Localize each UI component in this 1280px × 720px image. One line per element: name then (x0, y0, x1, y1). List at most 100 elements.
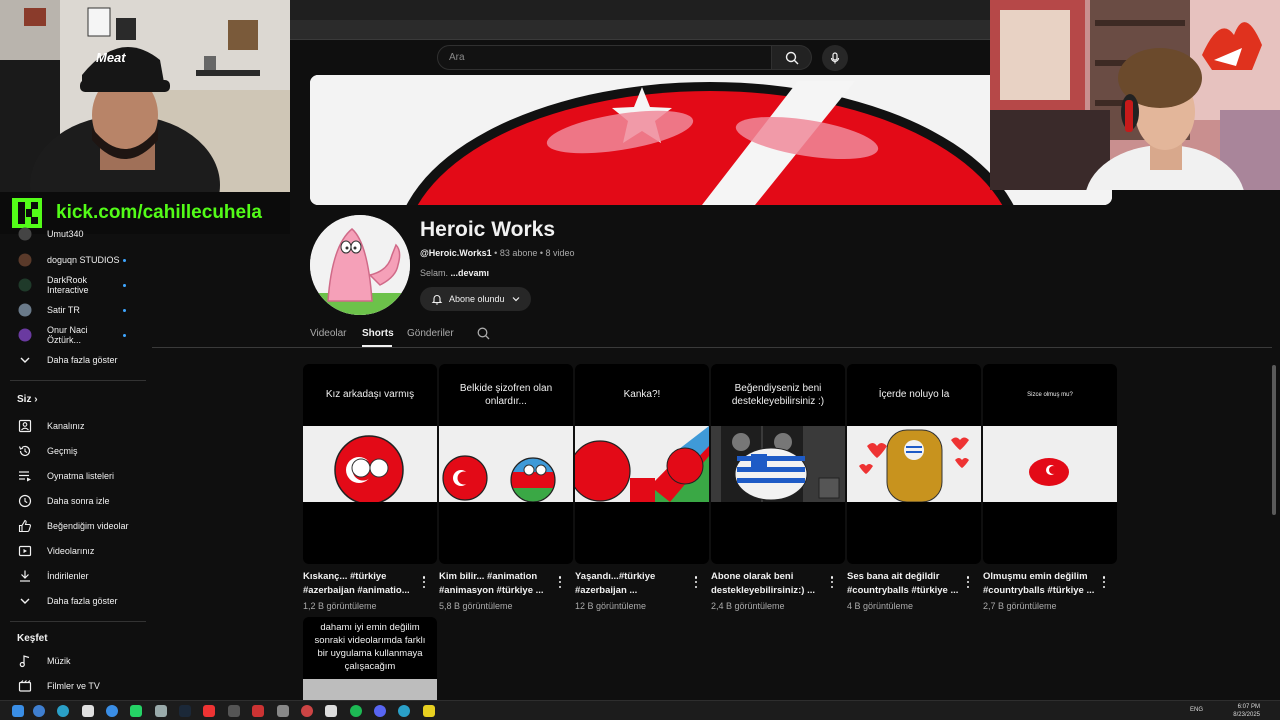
app-icon[interactable] (203, 705, 215, 717)
spotify-icon[interactable] (350, 705, 362, 717)
sidebar-item-muzik[interactable]: Müzik (0, 649, 150, 673)
short-caption: Belkide şizofren olan onlardır... (459, 382, 553, 408)
app-icon[interactable] (423, 705, 435, 717)
sidebar-item-gecmis[interactable]: Geçmiş (0, 439, 150, 463)
telegram-icon[interactable] (106, 705, 118, 717)
sidebar-show-more-subs[interactable]: Daha fazla göster (0, 348, 150, 372)
sidebar-sub-4[interactable]: Satir TR (0, 298, 150, 322)
search-input[interactable]: Ara (437, 45, 772, 70)
voice-search-button[interactable] (822, 45, 848, 71)
channel-description[interactable]: Selam. ...devamı (420, 268, 489, 278)
sidebar-item-kanaliniz[interactable]: Kanalınız (0, 414, 150, 438)
channel-search-icon[interactable] (477, 327, 490, 345)
more-options-icon[interactable] (556, 576, 564, 588)
chevron-right-icon: › (34, 394, 38, 405)
sidebar-item-videolariniz[interactable]: Videolarınız (0, 539, 150, 563)
history-icon (18, 444, 32, 458)
sidebar-sub-3[interactable]: DarkRook Interactive (0, 273, 150, 297)
more-options-icon[interactable] (420, 576, 428, 588)
sidebar-item-label: Videolarınız (47, 546, 95, 556)
new-content-dot (123, 333, 126, 337)
short-card-5[interactable]: İçerde noluyo la (847, 364, 981, 564)
app-icon[interactable] (301, 705, 313, 717)
clock-icon (18, 494, 32, 508)
channel-avatar-icon (18, 227, 32, 241)
short-card-2[interactable]: Belkide şizofren olan onlardır... (439, 364, 573, 564)
sidebar-divider (10, 621, 146, 622)
short-title[interactable]: Kıskanç... #türkiye #azerbaijan #animati… (303, 570, 423, 598)
sidebar-item-begendigim-videolar[interactable]: Beğendiğim videolar (0, 514, 150, 538)
short-caption: Sizce olmuş mu? (1027, 391, 1073, 398)
more-options-icon[interactable] (692, 576, 700, 588)
app-icon[interactable] (82, 705, 94, 717)
more-options-icon[interactable] (828, 576, 836, 588)
short-card-7[interactable]: dahamı iyi emin değilim sonraki videolar… (303, 617, 437, 700)
clock-time: 6:07 PM (1237, 704, 1260, 710)
sidebar-item-label: Daha fazla göster (47, 596, 118, 606)
sidebar-sub-1[interactable]: Umut340 (0, 224, 150, 244)
sidebar-item-label: Daha sonra izle (47, 496, 110, 506)
short-views: 2,4 B görüntüleme (711, 601, 785, 611)
video-icon (18, 544, 32, 558)
short-title[interactable]: Ses bana ait değildir #countryballs #tür… (847, 570, 967, 598)
streamer-webcam-left: Meat (0, 0, 290, 192)
steam-icon[interactable] (179, 705, 191, 717)
short-caption: Beğendiyseniz beni destekleyebilirsiniz … (731, 382, 825, 408)
subscribed-button[interactable]: Abone olundu (420, 287, 531, 311)
short-views: 4 B görüntüleme (847, 601, 914, 611)
sidebar-sub-5[interactable]: Onur Naci Öztürk... (0, 323, 150, 347)
short-title[interactable]: Yaşandı...#türkiye #azerbaijan ... (575, 570, 695, 598)
short-card-4[interactable]: Beğendiyseniz beni destekleyebilirsiniz … (711, 364, 845, 564)
sidebar-heading-siz[interactable]: Siz › (17, 394, 38, 405)
sidebar-item-label: Müzik (47, 656, 71, 666)
app-icon[interactable] (252, 705, 264, 717)
browser-tab-bar (290, 20, 990, 40)
short-thumbnail (303, 426, 437, 502)
page-scrollbar[interactable] (1272, 365, 1276, 515)
sidebar-item-oynatma-listeleri[interactable]: Oynatma listeleri (0, 464, 150, 488)
sidebar-item-filmler-ve-tv[interactable]: Filmler ve TV (0, 674, 150, 698)
tab-videolar[interactable]: Videolar (310, 328, 347, 339)
chevron-down-icon (18, 353, 32, 367)
short-views: 5,8 B görüntüleme (439, 601, 513, 611)
channel-avatar[interactable] (310, 215, 410, 315)
system-clock[interactable]: 6:07 PM 8/23/2025 (1233, 703, 1260, 719)
sidebar-item-indirilenler[interactable]: İndirilenler (0, 564, 150, 588)
sidebar-item-daha-sonra-izle[interactable]: Daha sonra izle (0, 489, 150, 513)
app-icon[interactable] (155, 705, 167, 717)
browser-icon[interactable] (398, 705, 410, 717)
short-title[interactable]: Kim bilir... #animation #animasyon #türk… (439, 570, 559, 598)
tab-shorts[interactable]: Shorts (362, 328, 394, 339)
sidebar-heading-kesfet: Keşfet (17, 633, 48, 644)
more-link[interactable]: ...devamı (451, 268, 490, 278)
short-title[interactable]: Abone olarak beni destekleyebilirsiniz:)… (711, 570, 831, 598)
short-card-1[interactable]: Kız arkadaşı varmış (303, 364, 437, 564)
sidebar-sub-2[interactable]: doguqn STUDIOS (0, 248, 150, 272)
short-card-3[interactable]: Kanka?! (575, 364, 709, 564)
start-icon[interactable] (12, 705, 24, 717)
more-options-icon[interactable] (964, 576, 972, 588)
short-thumbnail (711, 426, 845, 502)
discord-icon[interactable] (374, 705, 386, 717)
short-card-6[interactable]: Sizce olmuş mu? (983, 364, 1117, 564)
search-taskbar-icon[interactable] (33, 705, 45, 717)
search-button[interactable] (772, 45, 812, 70)
channel-avatar-icon (18, 328, 32, 342)
app-icon[interactable] (228, 705, 240, 717)
whatsapp-icon[interactable] (130, 705, 142, 717)
channel-avatar-icon (18, 278, 32, 292)
short-thumbnail (983, 426, 1117, 502)
edge-icon[interactable] (57, 705, 69, 717)
subscribed-label: Abone olundu (449, 294, 505, 304)
short-views: 12 B görüntüleme (575, 601, 647, 611)
app-icon[interactable] (277, 705, 289, 717)
new-content-dot (123, 258, 126, 262)
new-content-dot (123, 308, 126, 312)
tab-gonderiler[interactable]: Gönderiler (407, 328, 454, 339)
short-thumbnail (439, 426, 573, 502)
short-title[interactable]: Olmuşmu emin değilim #countryballs #türk… (983, 570, 1103, 598)
input-language[interactable]: ENG (1190, 707, 1203, 713)
more-options-icon[interactable] (1100, 576, 1108, 588)
app-icon[interactable] (325, 705, 337, 717)
sidebar-show-more-siz[interactable]: Daha fazla göster (0, 589, 150, 613)
